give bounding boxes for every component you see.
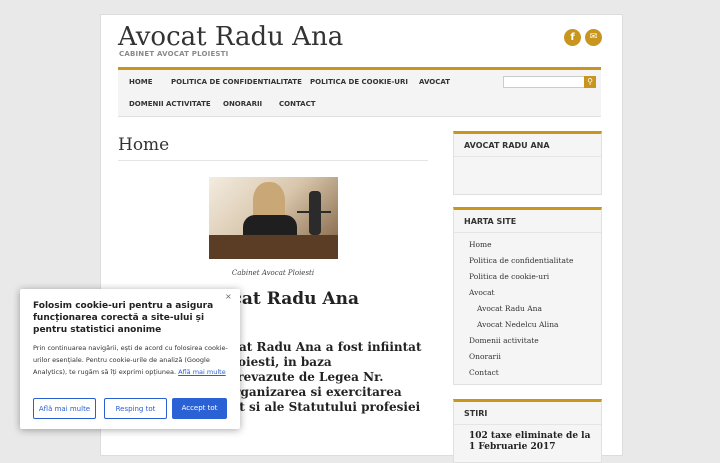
sitemap-item[interactable]: Avocat Radu Ana	[454, 301, 601, 317]
learn-more-link[interactable]: Află mai multe	[178, 368, 226, 376]
nav-item-contact[interactable]: CONTACT	[279, 100, 316, 108]
close-icon[interactable]: ×	[225, 292, 232, 301]
email-icon[interactable]: ✉	[585, 29, 602, 46]
nav-item-home[interactable]: HOME	[129, 78, 153, 86]
search-icon[interactable]: ⚲	[584, 76, 596, 88]
search-input[interactable]	[503, 76, 585, 88]
page-title: Home	[118, 135, 428, 161]
widget-harta-site: HARTA SITE Home Politica de confidential…	[453, 207, 602, 385]
widget-title: AVOCAT RADU ANA	[454, 134, 601, 157]
accept-all-button[interactable]: Accept tot	[172, 398, 227, 419]
widget-avocat-radu-ana: AVOCAT RADU ANA	[453, 131, 602, 195]
cookie-text: Prin continuarea navigării, ești de acor…	[33, 342, 233, 378]
sitemap-item[interactable]: Onorarii	[454, 349, 601, 365]
news-item[interactable]: 102 taxe eliminate de la 1 Februarie 201…	[454, 425, 601, 453]
lawyer-photo	[209, 177, 338, 259]
nav-item-avocat[interactable]: AVOCAT	[419, 78, 450, 86]
widget-title: STIRI	[454, 402, 601, 425]
widget-title: HARTA SITE	[454, 210, 601, 233]
site-title[interactable]: Avocat Radu Ana	[118, 22, 343, 52]
main-navigation: HOME POLITICA DE CONFIDENTIALITATE POLIT…	[118, 67, 601, 117]
facebook-icon[interactable]: f	[564, 29, 581, 46]
nav-item-domenii-activitate[interactable]: DOMENII ACTIVITATE	[129, 100, 211, 108]
sitemap-list: Home Politica de confidentialitate Polit…	[454, 233, 601, 381]
sitemap-item[interactable]: Politica de confidentialitate	[454, 253, 601, 269]
cookie-title: Folosim cookie-uri pentru a asigura func…	[33, 301, 214, 335]
image-caption: Cabinet Avocat Ploiesti	[231, 269, 315, 277]
nav-item-onorarii[interactable]: ONORARII	[223, 100, 262, 108]
sitemap-item[interactable]: Politica de cookie-uri	[454, 269, 601, 285]
sitemap-item[interactable]: Avocat Nedelcu Alina	[454, 317, 601, 333]
reject-all-button[interactable]: Resping tot	[104, 398, 167, 419]
cookie-consent-dialog: × Folosim cookie-uri pentru a asigura fu…	[20, 289, 240, 429]
sitemap-item[interactable]: Avocat	[454, 285, 601, 301]
site-description: CABINET AVOCAT PLOIESTI	[119, 50, 229, 58]
learn-more-button[interactable]: Află mai multe	[33, 398, 96, 419]
nav-item-politica-cookie[interactable]: POLITICA DE COOKIE-URI	[310, 78, 408, 86]
widget-stiri: STIRI 102 taxe eliminate de la 1 Februar…	[453, 399, 602, 463]
nav-item-politica-confidentialitate[interactable]: POLITICA DE CONFIDENTIALITATE	[171, 78, 302, 86]
sitemap-item[interactable]: Contact	[454, 365, 601, 381]
sitemap-item[interactable]: Domenii activitate	[454, 333, 601, 349]
sitemap-item[interactable]: Home	[454, 237, 601, 253]
